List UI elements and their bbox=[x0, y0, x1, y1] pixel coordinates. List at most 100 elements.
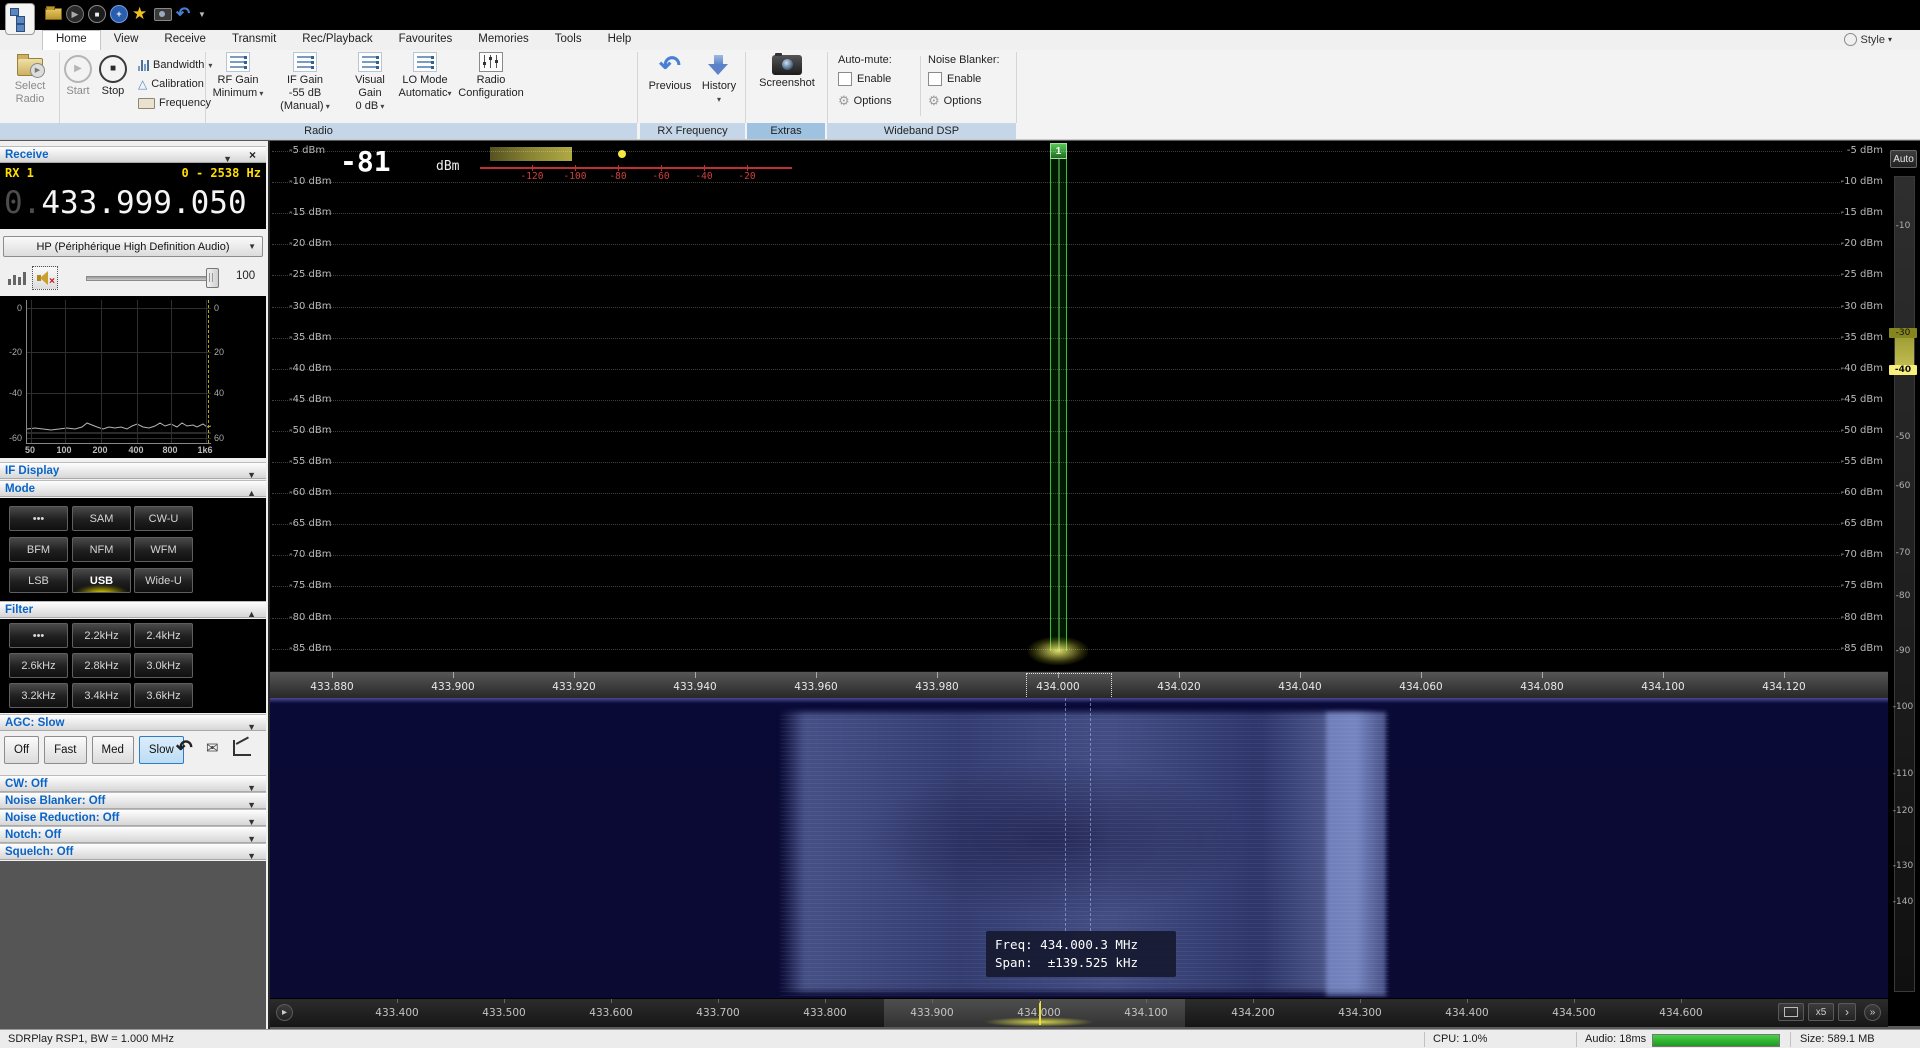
filter-button-3-4khz[interactable]: 3.4kHz bbox=[72, 683, 131, 708]
mode-button-wide-u[interactable]: Wide-U bbox=[134, 568, 193, 593]
style-button[interactable]: Style ▾ bbox=[1844, 33, 1892, 46]
receive-panel-header[interactable]: Receive ▼ × bbox=[0, 146, 266, 163]
nav-freq-label[interactable]: 433.800 bbox=[803, 1007, 846, 1019]
application-menu-button[interactable] bbox=[5, 3, 35, 35]
noise-blanker-enable-checkbox[interactable]: Enable bbox=[928, 72, 1012, 86]
mode-button-lsb[interactable]: LSB bbox=[9, 568, 68, 593]
nav-freq-label[interactable]: 433.700 bbox=[696, 1007, 739, 1019]
favourite-star-icon[interactable]: ★ bbox=[132, 5, 147, 23]
nav-freq-label[interactable]: 433.600 bbox=[589, 1007, 632, 1019]
agc-chart-icon[interactable] bbox=[233, 740, 251, 756]
qat-dropdown-icon[interactable]: ▼ bbox=[198, 5, 206, 23]
section-mode[interactable]: Mode▲ bbox=[0, 480, 266, 497]
mode-button-cw-u[interactable]: CW-U bbox=[134, 506, 193, 531]
waterfall-display[interactable]: Freq: 434.000.3 MHz Span: ±139.525 kHz bbox=[270, 698, 1888, 998]
nav-step-button[interactable]: › bbox=[1838, 1003, 1856, 1021]
section-squelch[interactable]: Squelch: Off▼ bbox=[0, 843, 266, 860]
tab-home[interactable]: Home bbox=[42, 30, 101, 50]
agc-button-fast[interactable]: Fast bbox=[44, 736, 86, 764]
mode-button-wfm[interactable]: WFM bbox=[134, 537, 193, 562]
tab-view[interactable]: View bbox=[101, 30, 152, 50]
stop-button[interactable]: ■ Stop bbox=[97, 52, 129, 98]
nav-scroll-left-button[interactable]: ▸ bbox=[276, 1004, 293, 1021]
bandwidth-button[interactable]: Bandwidth▾ bbox=[138, 56, 212, 74]
start-button[interactable]: ▶ Start bbox=[63, 52, 93, 98]
undo-icon[interactable]: ↶ bbox=[176, 5, 190, 23]
auto-range-button[interactable]: Auto bbox=[1890, 150, 1917, 168]
auto-mute-options-button[interactable]: ⚙Options bbox=[838, 93, 916, 109]
lo-mode-button[interactable]: LO ModeAutomatic▾ bbox=[398, 52, 452, 100]
section-agc[interactable]: AGC: Slow▼ bbox=[0, 714, 266, 731]
filter-button-2-4khz[interactable]: 2.4kHz bbox=[134, 623, 193, 648]
tab-rec-playback[interactable]: Rec/Playback bbox=[289, 30, 385, 50]
frequency-navigator[interactable]: 433.400 433.500 433.600 433.700 433.800 433.9… bbox=[270, 998, 1888, 1027]
spectrum-display[interactable]: -81 dBm -120-100-80-60-40-20 1 -5 dBm-5 … bbox=[270, 141, 1888, 671]
camera-icon[interactable] bbox=[154, 5, 172, 23]
screenshot-button[interactable]: Screenshot bbox=[755, 52, 819, 90]
frequency-button[interactable]: Frequency bbox=[138, 94, 211, 112]
nav-freq-label[interactable]: 434.200 bbox=[1231, 1007, 1274, 1019]
tab-memories[interactable]: Memories bbox=[465, 30, 541, 50]
tab-transmit[interactable]: Transmit bbox=[219, 30, 289, 50]
select-radio-button[interactable]: ▶ Select Radio bbox=[4, 52, 56, 106]
filter-button-3-2khz[interactable]: 3.2kHz bbox=[9, 683, 68, 708]
noise-blanker-options-button[interactable]: ⚙Options bbox=[928, 93, 1012, 109]
range-tick--30[interactable]: -30 bbox=[1889, 328, 1917, 338]
previous-frequency-button[interactable]: ↶ Previous bbox=[645, 52, 695, 93]
tab-favourites[interactable]: Favourites bbox=[386, 30, 466, 50]
agc-button-off[interactable]: Off bbox=[4, 736, 39, 764]
mode-button-nfm[interactable]: NFM bbox=[72, 537, 131, 562]
nav-freq-label[interactable]: 433.400 bbox=[375, 1007, 418, 1019]
mode-button--[interactable]: ••• bbox=[9, 506, 68, 531]
section-notch[interactable]: Notch: Off▼ bbox=[0, 826, 266, 843]
mode-button-sam[interactable]: SAM bbox=[72, 506, 131, 531]
nav-freq-label[interactable]: 433.500 bbox=[482, 1007, 525, 1019]
calibration-button[interactable]: △ Calibration bbox=[138, 75, 204, 93]
mute-button[interactable]: × bbox=[32, 266, 58, 290]
section-noise-reduction[interactable]: Noise Reduction: Off▼ bbox=[0, 809, 266, 826]
tab-tools[interactable]: Tools bbox=[542, 30, 595, 50]
nav-freq-label[interactable]: 434.300 bbox=[1338, 1007, 1381, 1019]
agc-button-med[interactable]: Med bbox=[92, 736, 134, 764]
range-tick--40[interactable]: -40 bbox=[1889, 365, 1917, 375]
agc-envelope-icon[interactable]: ✉ bbox=[206, 739, 219, 757]
filter-button-3-6khz[interactable]: 3.6kHz bbox=[134, 683, 193, 708]
filter-button-2-2khz[interactable]: 2.2kHz bbox=[72, 623, 131, 648]
nav-scroll-right-button[interactable]: » bbox=[1864, 1004, 1881, 1021]
rx-passband-band[interactable] bbox=[1050, 159, 1067, 651]
tab-help[interactable]: Help bbox=[595, 30, 645, 50]
add-icon[interactable]: + bbox=[110, 5, 128, 23]
mode-button-usb[interactable]: USB bbox=[72, 568, 131, 593]
nav-freq-label[interactable]: 434.100 bbox=[1124, 1007, 1167, 1019]
nav-freq-label[interactable]: 434.600 bbox=[1659, 1007, 1702, 1019]
filter-button-3-0khz[interactable]: 3.0kHz bbox=[134, 653, 193, 678]
mode-button-bfm[interactable]: BFM bbox=[9, 537, 68, 562]
tab-receive[interactable]: Receive bbox=[151, 30, 219, 50]
nav-zoom-button[interactable]: x5 bbox=[1808, 1003, 1834, 1021]
filter-button-2-6khz[interactable]: 2.6kHz bbox=[9, 653, 68, 678]
play-icon[interactable]: ▶ bbox=[66, 5, 84, 23]
section-filter[interactable]: Filter▲ bbox=[0, 601, 266, 618]
nav-freq-label[interactable]: 434.000 bbox=[1017, 1007, 1060, 1019]
levels-icon[interactable] bbox=[8, 270, 26, 285]
if-gain-button[interactable]: IF Gain-55 dB (Manual) ▾ bbox=[268, 52, 342, 113]
audio-device-select[interactable]: HP (Périphérique High Definition Audio) … bbox=[3, 236, 263, 257]
visual-gain-button[interactable]: Visual Gain0 dB ▾ bbox=[344, 52, 396, 113]
tuned-frequency[interactable]: 0.433.999.050 bbox=[4, 185, 247, 221]
section-cw[interactable]: CW: Off▼ bbox=[0, 775, 266, 792]
auto-mute-enable-checkbox[interactable]: Enable bbox=[838, 72, 916, 86]
radio-configuration-button[interactable]: RadioConfiguration bbox=[454, 52, 528, 100]
open-folder-icon[interactable] bbox=[45, 5, 62, 23]
section-if-display[interactable]: IF Display▼ bbox=[0, 462, 266, 479]
filter-button--[interactable]: ••• bbox=[9, 623, 68, 648]
history-button[interactable]: History▾ bbox=[697, 52, 741, 106]
rf-gain-button[interactable]: RF GainMinimum ▾ bbox=[210, 52, 266, 100]
stop-icon[interactable]: ■ bbox=[88, 5, 106, 23]
panel-close-icon[interactable]: × bbox=[249, 147, 256, 164]
volume-slider-track[interactable] bbox=[86, 276, 218, 281]
nav-display-button[interactable] bbox=[1778, 1003, 1804, 1021]
nav-freq-label[interactable]: 433.900 bbox=[910, 1007, 953, 1019]
nav-freq-label[interactable]: 434.500 bbox=[1552, 1007, 1595, 1019]
filter-button-2-8khz[interactable]: 2.8kHz bbox=[72, 653, 131, 678]
volume-slider-handle[interactable] bbox=[206, 268, 219, 288]
